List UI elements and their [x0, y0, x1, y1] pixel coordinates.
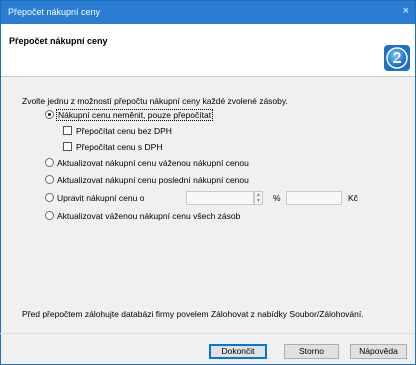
help-button[interactable]: Nápověda	[350, 344, 407, 359]
percent-unit: %	[273, 193, 281, 203]
option-weighted[interactable]: Aktualizovat nákupní cenu váženou nákupn…	[45, 156, 249, 169]
currency-unit: Kč	[348, 193, 358, 203]
option-last-label: Aktualizovat nákupní cenu poslední nákup…	[57, 174, 249, 185]
radio-keep[interactable]	[45, 110, 54, 119]
option-all-weighted[interactable]: Aktualizovat váženou nákupní cenu všech …	[45, 209, 240, 222]
window-title: Přepočet nákupní ceny	[8, 7, 101, 17]
close-icon[interactable]: ×	[403, 5, 409, 17]
help-badge-icon	[384, 45, 410, 71]
option-adjust-label: Upravit nákupní cenu o	[57, 192, 145, 203]
option-with-vat-label: Přepočítat cenu s DPH	[76, 141, 163, 152]
page-title: Přepočet nákupní ceny	[9, 36, 108, 46]
cancel-button[interactable]: Storno	[284, 344, 339, 359]
option-all-weighted-label: Aktualizovat váženou nákupní cenu všech …	[57, 210, 241, 221]
percent-input[interactable]	[186, 191, 254, 205]
option-keep-label: Nákupní cenu neměnit, pouze přepočítat	[55, 108, 214, 121]
percent-spinner[interactable]: ▲ ▼	[254, 191, 263, 205]
option-adjust[interactable]: Upravit nákupní cenu o	[45, 191, 144, 204]
intro-text: Zvolte jednu z možností přepočtu nákupní…	[22, 96, 288, 106]
radio-all-weighted[interactable]	[45, 211, 54, 220]
option-keep[interactable]: Nákupní cenu neměnit, pouze přepočítat	[45, 108, 214, 121]
radio-weighted[interactable]	[45, 158, 54, 167]
amount-input[interactable]	[286, 191, 342, 205]
backup-note: Před přepočtem zálohujte databázi firmy …	[22, 309, 364, 319]
option-without-vat[interactable]: Přepočítat cenu bez DPH	[63, 124, 172, 137]
checkbox-without-vat[interactable]	[63, 126, 72, 135]
checkbox-with-vat[interactable]	[63, 142, 72, 151]
title-bar: Přepočet nákupní ceny ×	[1, 1, 415, 24]
finish-button[interactable]: Dokončit	[209, 344, 267, 359]
radio-last[interactable]	[45, 175, 54, 184]
wizard-header: Přepočet nákupní ceny	[1, 24, 415, 77]
option-with-vat[interactable]: Přepočítat cenu s DPH	[63, 140, 162, 153]
option-weighted-label: Aktualizovat nákupní cenu váženou nákupn…	[57, 157, 249, 168]
option-without-vat-label: Přepočítat cenu bez DPH	[76, 125, 172, 136]
radio-adjust[interactable]	[45, 193, 54, 202]
option-last[interactable]: Aktualizovat nákupní cenu poslední nákup…	[45, 173, 249, 186]
